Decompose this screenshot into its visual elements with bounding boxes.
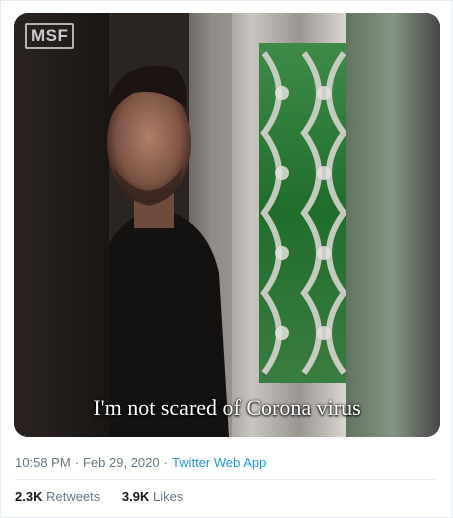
tweet-card: MSF I'm not scared of Corona virus 10:58… [0, 0, 453, 518]
tweet-metadata: 10:58 PM · Feb 29, 2020 · Twitter Web App [15, 455, 266, 470]
tweet-time[interactable]: 10:58 PM [15, 455, 71, 470]
likes-stat[interactable]: 3.9K Likes [122, 489, 183, 504]
retweets-stat[interactable]: 2.3K Retweets [15, 489, 100, 504]
likes-count: 3.9K [121, 489, 150, 504]
video-player[interactable]: MSF I'm not scared of Corona virus [14, 13, 440, 437]
msf-watermark-logo: MSF [25, 23, 75, 49]
retweets-label: Retweets [46, 489, 101, 504]
retweets-count: 2.3K [15, 489, 43, 504]
likes-label: Likes [153, 489, 184, 504]
meta-separator: · [163, 455, 168, 470]
tweet-source-link[interactable]: Twitter Web App [172, 455, 266, 470]
tweet-date[interactable]: Feb 29, 2020 [83, 455, 160, 470]
meta-separator: · [74, 455, 79, 470]
video-subtitle: I'm not scared of Corona virus [93, 395, 361, 420]
engagement-stats: 2.3K Retweets 3.9K Likes [15, 489, 201, 504]
video-frame [14, 13, 440, 437]
divider [15, 479, 438, 480]
